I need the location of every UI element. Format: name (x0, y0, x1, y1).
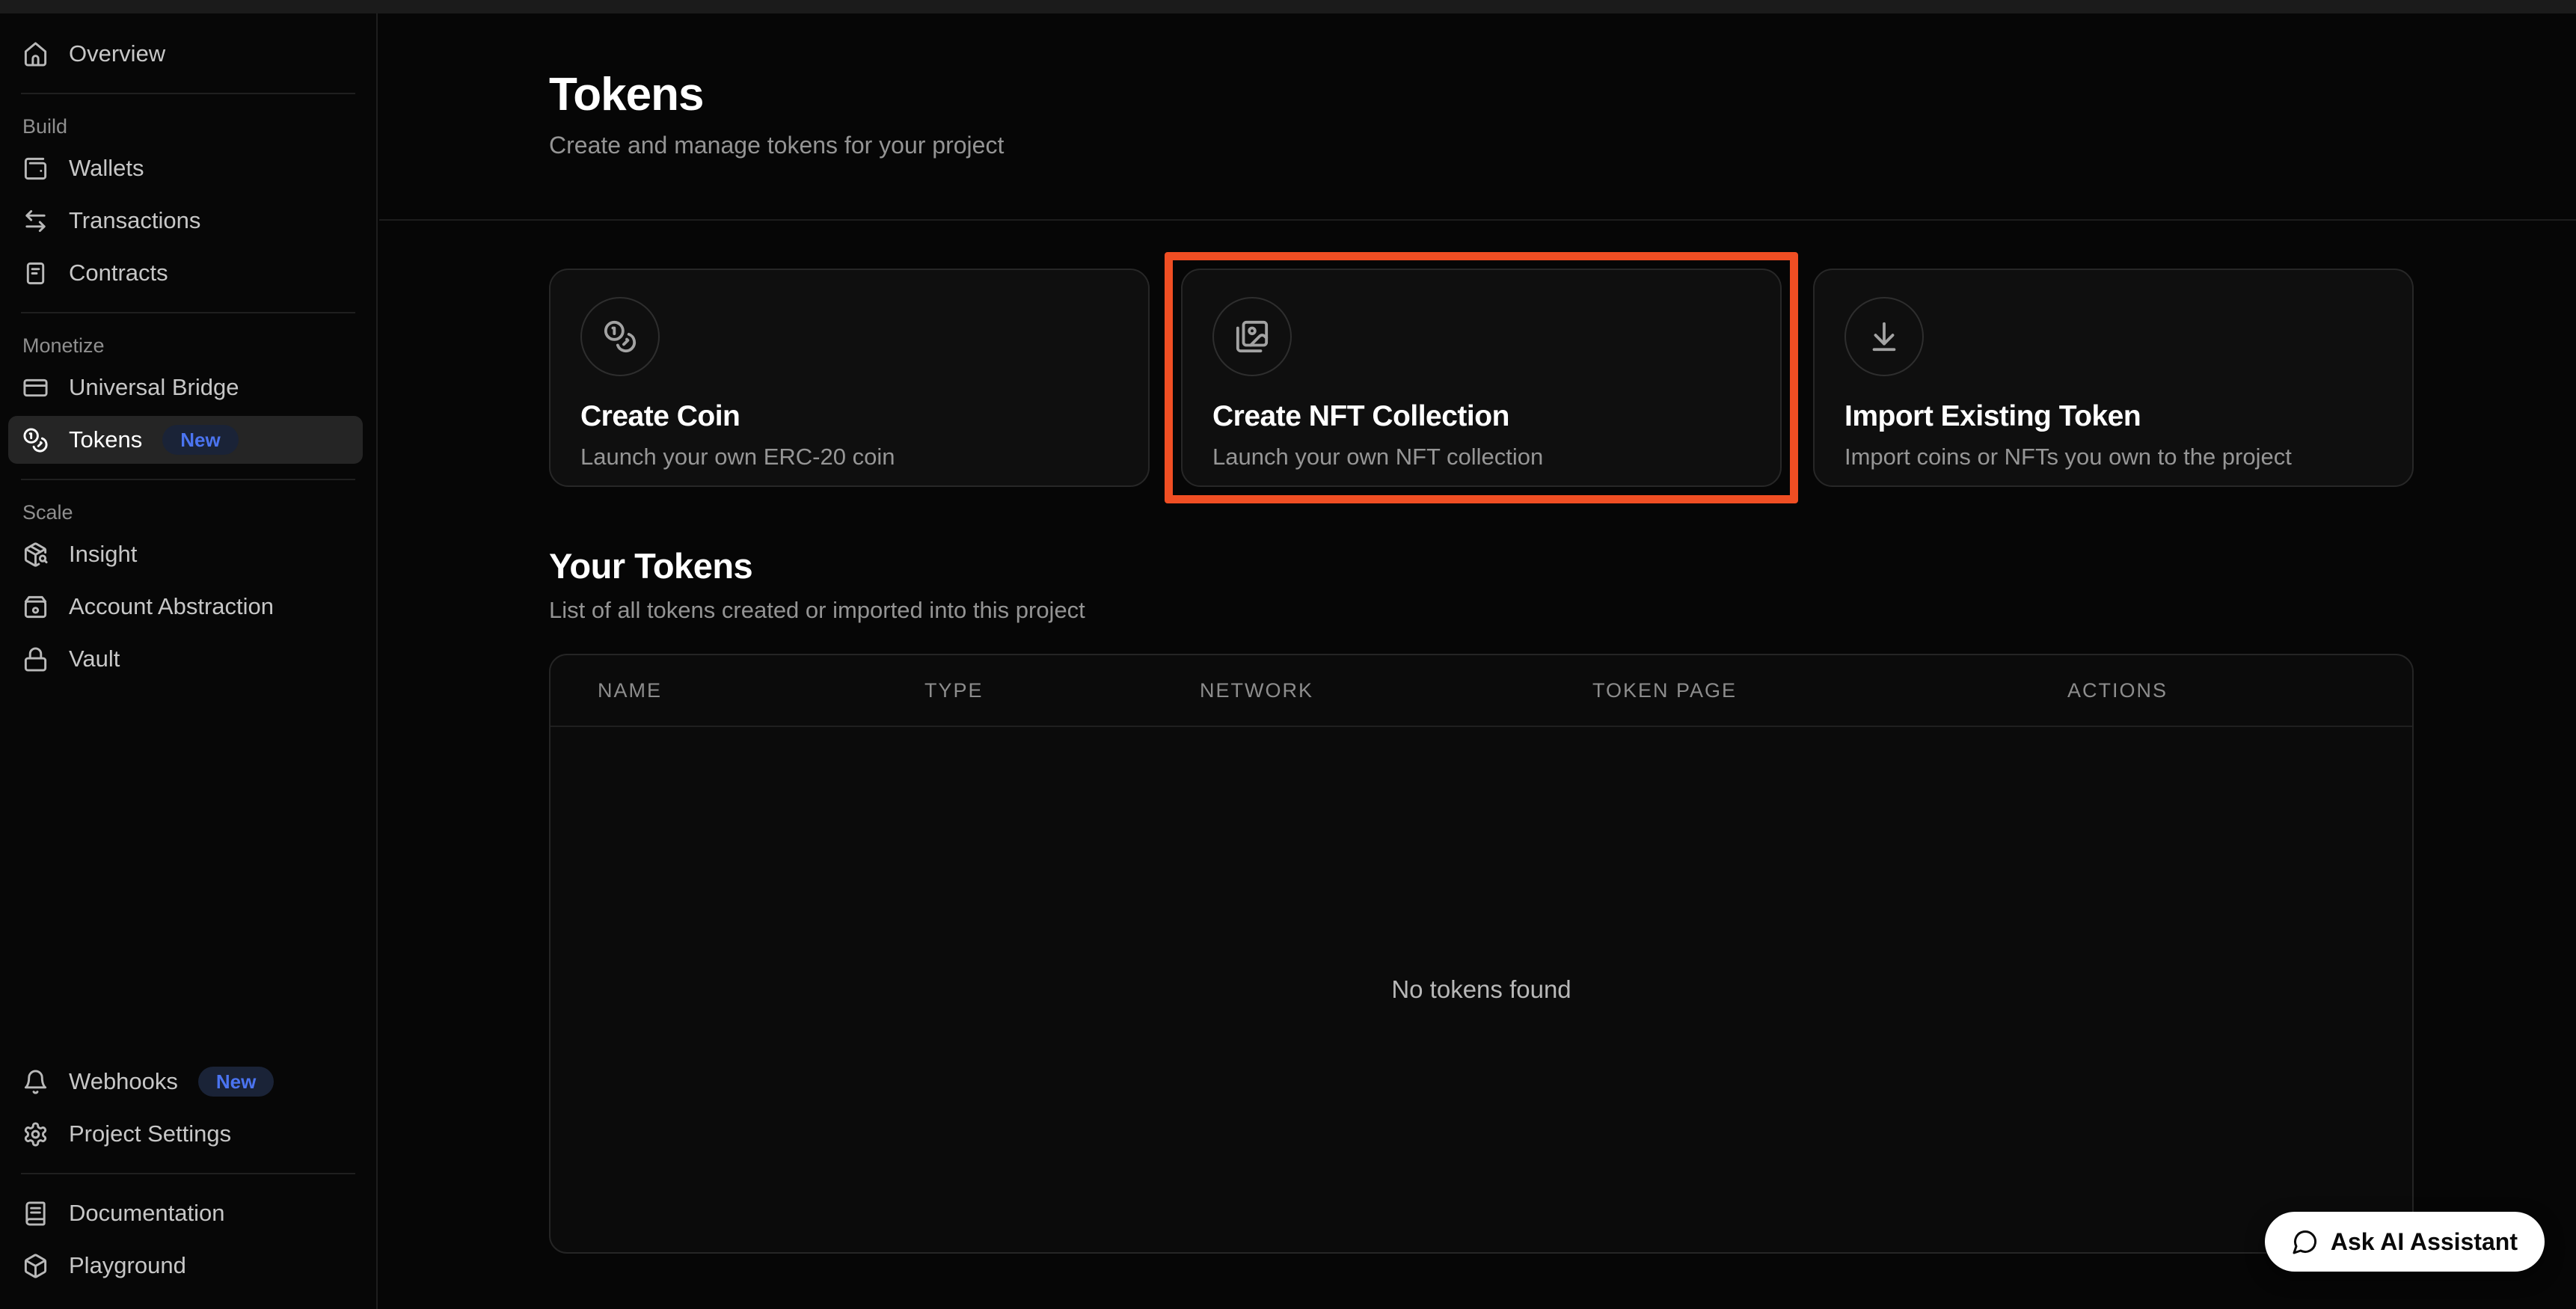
your-tokens-subtitle: List of all tokens created or imported i… (549, 597, 2414, 624)
sidebar-section-monetize: Monetize (22, 334, 376, 358)
sidebar-item-transactions[interactable]: Transactions (8, 197, 363, 245)
credit-card-icon (22, 375, 49, 401)
sidebar-item-label: Documentation (69, 1200, 225, 1227)
images-icon (1212, 297, 1292, 376)
page-subtitle: Create and manage tokens for your projec… (549, 132, 2576, 159)
empty-state-text: No tokens found (1391, 975, 1571, 1004)
sidebar-section-scale: Scale (22, 501, 376, 524)
column-header-type: TYPE (924, 679, 1200, 702)
sidebar-item-label: Tokens (69, 426, 142, 453)
sidebar-item-universal-bridge[interactable]: Universal Bridge (8, 364, 363, 411)
sidebar-item-label: Vault (69, 646, 120, 672)
sidebar-section-build: Build (22, 115, 376, 138)
sidebar-nav-top: Overview Build Wallets Transactions (0, 25, 376, 687)
download-icon (1844, 297, 1924, 376)
sidebar-item-label: Wallets (69, 155, 144, 182)
create-coin-card[interactable]: Create Coin Launch your own ERC-20 coin (549, 269, 1150, 487)
new-badge: New (198, 1067, 274, 1097)
page-header: Tokens Create and manage tokens for your… (379, 13, 2576, 221)
sidebar-item-label: Transactions (69, 207, 200, 234)
card-description: Launch your own NFT collection (1212, 444, 1750, 470)
sidebar-item-account-abstraction[interactable]: Account Abstraction (8, 583, 363, 631)
sidebar-divider (21, 312, 355, 313)
book-icon (22, 1201, 49, 1227)
package-icon (22, 594, 49, 620)
sidebar-item-wallets[interactable]: Wallets (8, 144, 363, 192)
sidebar-item-webhooks[interactable]: Webhooks New (8, 1058, 363, 1106)
sidebar-item-overview[interactable]: Overview (8, 30, 363, 78)
page-title: Tokens (549, 72, 2576, 118)
sidebar-item-tokens[interactable]: Tokens New (8, 416, 363, 464)
sidebar-item-label: Webhooks (69, 1068, 178, 1095)
sidebar-item-playground[interactable]: Playground (8, 1242, 363, 1290)
column-header-actions: ACTIONS (2067, 679, 2412, 702)
sidebar: Overview Build Wallets Transactions (0, 13, 378, 1309)
ask-ai-assistant-button[interactable]: Ask AI Assistant (2265, 1212, 2545, 1272)
wallet-icon (22, 156, 49, 182)
app-root: Overview Build Wallets Transactions (0, 0, 2576, 1309)
sidebar-item-contracts[interactable]: Contracts (8, 249, 363, 297)
card-description: Launch your own ERC-20 coin (580, 444, 1118, 470)
sidebar-item-label: Project Settings (69, 1121, 231, 1147)
create-nft-collection-card[interactable]: Create NFT Collection Launch your own NF… (1181, 269, 1782, 487)
gear-icon (22, 1121, 49, 1147)
column-header-name: NAME (598, 679, 924, 702)
contract-file-icon (22, 260, 49, 286)
content-container: Create Coin Launch your own ERC-20 coin … (549, 269, 2414, 1254)
window-top-strip (0, 0, 2576, 13)
your-tokens-section: Your Tokens List of all tokens created o… (549, 545, 2414, 1254)
package-search-icon (22, 542, 49, 568)
token-create-options: Create Coin Launch your own ERC-20 coin … (549, 269, 2414, 487)
sidebar-divider (21, 479, 355, 480)
column-header-network: NETWORK (1200, 679, 1592, 702)
sidebar-item-label: Overview (69, 40, 165, 67)
column-header-token-page: TOKEN PAGE (1592, 679, 2067, 702)
sidebar-item-project-settings[interactable]: Project Settings (8, 1110, 363, 1158)
card-title: Import Existing Token (1844, 400, 2382, 433)
arrows-left-right-icon (22, 208, 49, 234)
sidebar-item-vault[interactable]: Vault (8, 635, 363, 683)
sidebar-item-documentation[interactable]: Documentation (8, 1189, 363, 1237)
coins-icon (22, 427, 49, 453)
sidebar-item-label: Account Abstraction (69, 593, 274, 620)
main-content: Tokens Create and manage tokens for your… (379, 13, 2576, 1309)
sidebar-item-label: Insight (69, 541, 137, 568)
sidebar-item-label: Universal Bridge (69, 374, 239, 401)
sidebar-divider (21, 93, 355, 94)
sidebar-divider (21, 1173, 355, 1174)
coins-icon (580, 297, 660, 376)
tokens-table: NAME TYPE NETWORK TOKEN PAGE ACTIONS No … (549, 654, 2414, 1254)
new-badge: New (162, 425, 238, 455)
chat-bubble-icon (2292, 1228, 2319, 1255)
bell-icon (22, 1069, 49, 1095)
home-icon (22, 41, 49, 67)
sidebar-item-insight[interactable]: Insight (8, 530, 363, 578)
tokens-table-header: NAME TYPE NETWORK TOKEN PAGE ACTIONS (551, 655, 2412, 727)
sidebar-nav-bottom: Webhooks New Project Settings Documentat… (0, 1053, 376, 1294)
card-title: Create Coin (580, 400, 1118, 433)
ask-ai-assistant-label: Ask AI Assistant (2331, 1228, 2518, 1256)
card-description: Import coins or NFTs you own to the proj… (1844, 444, 2382, 470)
sidebar-item-label: Contracts (69, 260, 168, 286)
sidebar-item-label: Playground (69, 1252, 186, 1279)
cube-icon (22, 1253, 49, 1279)
your-tokens-title: Your Tokens (549, 545, 2414, 586)
create-nft-collection-wrap: Create NFT Collection Launch your own NF… (1181, 269, 1782, 487)
lock-icon (22, 646, 49, 672)
import-existing-token-card[interactable]: Import Existing Token Import coins or NF… (1813, 269, 2414, 487)
tokens-table-body: No tokens found (551, 727, 2412, 1252)
card-title: Create NFT Collection (1212, 400, 1750, 433)
